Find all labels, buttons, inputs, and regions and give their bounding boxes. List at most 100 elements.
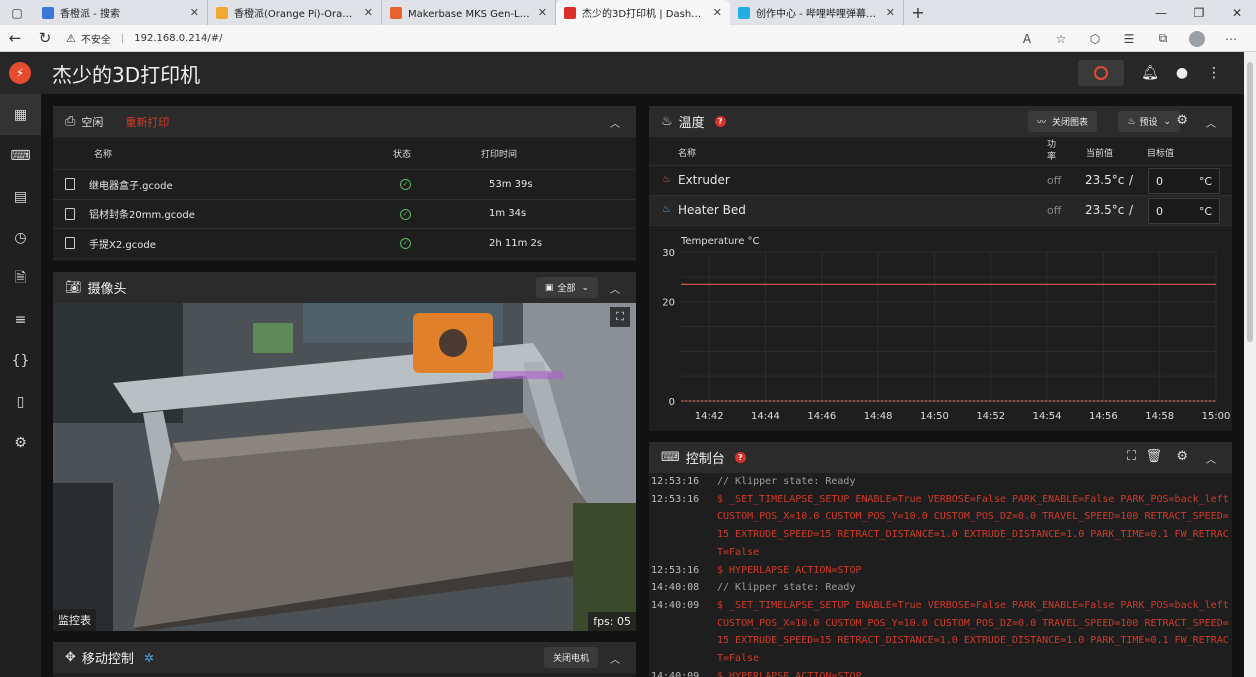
collapse-camera-icon[interactable]: ︿	[610, 281, 620, 296]
minimize-icon[interactable]: —	[1142, 0, 1180, 25]
col-status: 状态	[393, 149, 412, 160]
favorite-icon[interactable]: ☆	[1044, 32, 1078, 46]
emergency-stop-button[interactable]	[1078, 60, 1124, 86]
temp-settings-icon[interactable]: ⚙	[1176, 113, 1188, 128]
close-tab-icon[interactable]: ✕	[364, 6, 373, 19]
console-timestamp: 12:53:16	[651, 493, 700, 505]
camera-icon: 📷︎	[65, 280, 82, 295]
browser-tab[interactable]: 创作中心 - 哔哩哔哩弹幕视频网 ✕	[730, 0, 904, 25]
heater-row[interactable]: ♨ Heater Bed off 23.5°c / 0 °C	[649, 196, 1232, 226]
console-help-icon[interactable]: ?	[734, 452, 746, 463]
close-tab-icon[interactable]: ✕	[886, 6, 895, 19]
close-tab-icon[interactable]: ✕	[190, 6, 199, 19]
collapse-console-icon[interactable]: ︿	[1206, 451, 1216, 466]
print-time: 1m 34s	[489, 208, 527, 220]
close-tab-icon[interactable]: ✕	[538, 6, 547, 19]
favorites-bar-icon[interactable]: ☰	[1112, 32, 1146, 46]
dashboard-icon[interactable]: ▦	[0, 94, 41, 135]
presets-button[interactable]: ♨ 预设 ⌄	[1118, 111, 1180, 132]
status-header: ⎙ 空闲 重新打印 ︿	[53, 106, 636, 137]
maximize-icon[interactable]: ❐	[1180, 0, 1218, 25]
x-tick-label: 14:58	[1145, 411, 1174, 422]
scrollbar-thumb[interactable]	[1247, 62, 1253, 342]
heater-table-header: 名称 功 率 当前值 目标值	[649, 137, 1232, 166]
browser-tab[interactable]: 杰少的3D打印机 | Dashboard ✕	[556, 0, 730, 25]
camera-header: 📷︎ 摄像头 ▣ 全部 ⌄ ︿	[53, 272, 636, 303]
fullscreen-icon[interactable]: ⛶	[610, 307, 630, 327]
check-circle-icon: ✓	[400, 238, 411, 250]
files-icon[interactable]: 🗎︎	[0, 258, 41, 299]
collapse-status-icon[interactable]: ︿	[610, 115, 620, 130]
url-field[interactable]: ⚠ 不安全 | 192.168.0.214/#/	[66, 31, 223, 46]
console-settings-icon[interactable]: ⚙	[1176, 449, 1188, 464]
browser-tab[interactable]: Makerbase MKS Gen-L 3D打印机 ✕	[382, 0, 556, 25]
page-scrollbar[interactable]	[1244, 52, 1256, 677]
console-message: $ _SET_TIMELAPSE_SETUP ENABLE=True VERBO…	[717, 493, 1229, 558]
reload-icon[interactable]: ↻	[30, 29, 60, 47]
history-row[interactable]: 继电器盒子.gcode ✓ 53m 39s	[53, 170, 636, 200]
collapse-motion-icon[interactable]: ︿	[610, 651, 620, 666]
tune-icon[interactable]: ≡	[0, 299, 41, 340]
hide-chart-label: 关闭图表	[1051, 118, 1088, 128]
camera-select-button[interactable]: ▣ 全部 ⌄	[535, 277, 598, 298]
chart-title: Temperature °C	[680, 236, 760, 247]
motion-header: ✥ 移动控制 ✲ 关闭电机 ︿	[53, 642, 636, 673]
history-row[interactable]: 手提X2.gcode ✓ 2h 11m 2s	[53, 229, 636, 259]
klipper-logo-icon[interactable]: ⚡	[0, 52, 40, 94]
MKS-favicon-icon	[390, 6, 402, 19]
collections-icon[interactable]: ⧉	[1146, 31, 1180, 46]
file-icon	[65, 237, 75, 250]
notification-bell-icon[interactable]: 🔔︎	[1134, 65, 1166, 81]
camera-fps: fps: 05	[588, 612, 636, 631]
col-name: 名称	[94, 149, 113, 160]
user-icon[interactable]: ●	[1166, 65, 1198, 81]
browser-menu-icon[interactable]: ⋯	[1214, 32, 1248, 46]
browser-tab[interactable]: 香橙派(Orange Pi)-Orange Pi官网 ✕	[208, 0, 382, 25]
close-window-icon[interactable]: ✕	[1218, 0, 1256, 25]
reprint-link[interactable]: 重新打印	[125, 114, 169, 130]
settings-icon[interactable]: ⚙	[0, 422, 41, 463]
console-timestamp: 12:53:16	[651, 476, 700, 487]
help-icon[interactable]: ?	[714, 116, 726, 127]
camera-feed[interactable]: ⛶ 监控表 fps: 05	[53, 303, 636, 631]
heater-row[interactable]: ♨ Extruder off 23.5°c / 0 °C	[649, 166, 1232, 196]
browser-tab[interactable]: 香橙派 - 搜索 ✕	[34, 0, 208, 25]
history-table-header: 名称 状态 打印时间	[53, 137, 636, 170]
tab-actions-icon[interactable]: ▢	[0, 0, 34, 25]
device-icon[interactable]: ▯	[0, 381, 41, 422]
temperature-header: ♨ 温度 ? 〰 关闭图表 ♨ 预设 ⌄ ⚙ ︿	[649, 106, 1232, 137]
console-expand-icon[interactable]: ⛶	[1127, 449, 1136, 464]
close-tab-icon[interactable]: ✕	[713, 6, 722, 19]
history-row[interactable]: 铝材封条20mm.gcode ✓ 1m 34s	[53, 200, 636, 229]
target-input[interactable]: 0 °C	[1148, 168, 1220, 194]
more-vert-icon[interactable]: ⋮	[1198, 65, 1230, 81]
x-tick-label: 14:56	[1089, 411, 1118, 422]
console-message: // Klipper state: Ready	[717, 582, 856, 594]
presets-label: 预设	[1139, 118, 1158, 128]
target-input[interactable]: 0 °C	[1148, 198, 1220, 224]
console-output[interactable]: 12:53:16 // Klipper state: Ready 12:53:16 $…	[649, 473, 1232, 677]
console-icon[interactable]: ⌨	[0, 135, 41, 176]
temperature-chart: Temperature °C 14:42 14:44 14:46 14:48 14:50 1…	[662, 236, 1230, 422]
collapse-temperature-icon[interactable]: ︿	[1206, 115, 1216, 130]
target-unit: °C	[1198, 205, 1212, 218]
motors-off-button[interactable]: 关闭电机	[543, 647, 598, 668]
heater-name: Heater Bed	[678, 203, 746, 217]
extensions-icon[interactable]: ⬡	[1078, 32, 1112, 46]
file-name: 手提X2.gcode	[89, 239, 156, 251]
read-aloud-icon[interactable]: A	[1010, 32, 1044, 46]
file-icon	[65, 207, 75, 220]
browser-tab-title: Makerbase MKS Gen-L 3D打印机	[408, 9, 532, 20]
config-icon[interactable]: {}	[0, 340, 41, 381]
new-tab-button[interactable]: +	[904, 0, 932, 25]
console-clear-icon[interactable]: 🗑︎	[1145, 449, 1162, 464]
heater-col-name: 名称	[678, 149, 697, 159]
x-tick-label: 14:42	[695, 411, 724, 422]
profile-avatar[interactable]	[1189, 30, 1205, 47]
timelapse-icon[interactable]: ◷	[0, 217, 41, 258]
history-icon[interactable]: ▤	[0, 176, 41, 217]
hide-chart-button[interactable]: 〰 关闭图表	[1027, 111, 1097, 132]
x-tick-label: 14:52	[976, 411, 1005, 422]
back-icon[interactable]: ←	[0, 29, 30, 47]
printer-state: 空闲	[81, 115, 104, 129]
